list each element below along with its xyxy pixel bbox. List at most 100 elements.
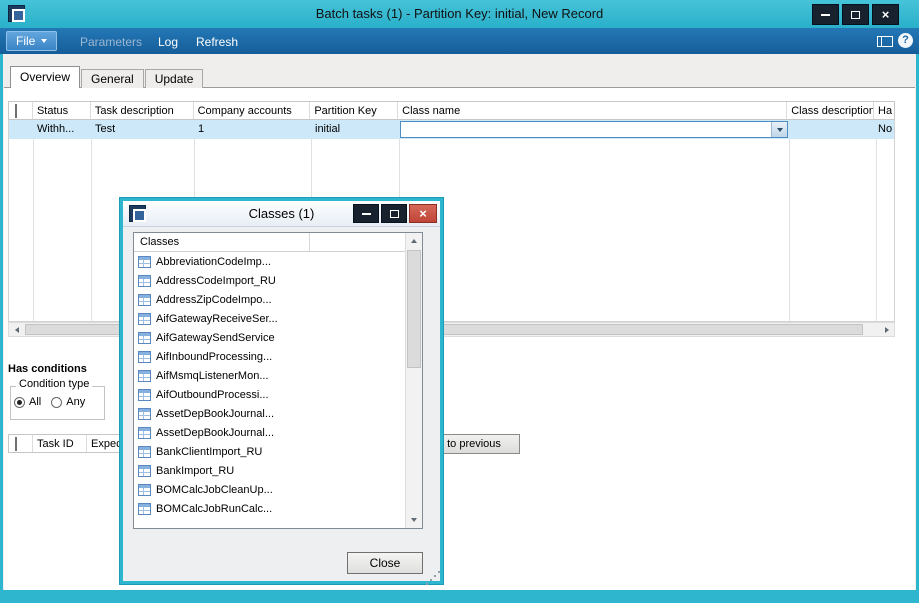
class-list-item[interactable]: AbbreviationCodeImp...: [134, 252, 405, 271]
scroll-right-button[interactable]: [879, 323, 894, 336]
select-all-checkbox[interactable]: [15, 104, 17, 118]
combobox-dropdown-button[interactable]: [771, 122, 787, 137]
column-divider: [876, 120, 877, 321]
scrollbar-thumb[interactable]: [407, 250, 421, 368]
column-header-company-accounts[interactable]: Company accounts: [194, 102, 311, 119]
column-header-task-description[interactable]: Task description: [91, 102, 194, 119]
class-list-item[interactable]: AddressCodeImport_RU: [134, 271, 405, 290]
condition-type-label: Condition type: [16, 378, 93, 390]
class-list-item[interactable]: AifOutboundProcessi...: [134, 385, 405, 404]
class-list-item[interactable]: BankImport_RU: [134, 461, 405, 480]
select-all-column-header[interactable]: [9, 102, 33, 119]
class-list-item[interactable]: AddressZipCodeImpo...: [134, 290, 405, 309]
table-icon: [138, 483, 151, 496]
cell-status[interactable]: Withh...: [33, 120, 91, 139]
radio-circle: [51, 396, 63, 408]
resize-grip[interactable]: [434, 575, 436, 577]
dialog-maximize-button[interactable]: [381, 204, 407, 223]
class-list-item[interactable]: BOMCalcJobCleanUp...: [134, 480, 405, 499]
classes-list-header[interactable]: Classes: [134, 233, 422, 252]
maximize-button[interactable]: [842, 4, 869, 25]
class-name-label: AddressCodeImport_RU: [156, 274, 276, 287]
menubar: File Parameters Log Refresh ?: [0, 28, 919, 54]
class-name-label: BankClientImport_RU: [156, 445, 263, 458]
class-name-combobox[interactable]: [400, 121, 788, 138]
column-header-status[interactable]: Status: [33, 102, 91, 119]
menu-item-log[interactable]: Log: [158, 35, 178, 49]
radio-all-label: All: [29, 396, 42, 408]
arrow-down-icon: [411, 518, 417, 522]
radio-circle: [14, 396, 25, 408]
table-icon: [138, 464, 151, 477]
radio-any-label: Any: [66, 396, 86, 408]
class-list: AbbreviationCodeImp... AddressCodeImport_…: [134, 252, 405, 528]
class-name-label: AifMsmqListenerMon...: [156, 369, 269, 382]
help-icon[interactable]: ?: [898, 33, 913, 48]
radio-all[interactable]: All: [14, 396, 41, 408]
dialog-close-action-button[interactable]: Close: [347, 552, 423, 574]
class-list-item[interactable]: AssetDepBookJournal...: [134, 423, 405, 442]
cell-task-description[interactable]: Test: [91, 120, 194, 139]
file-menu-label: File: [16, 34, 36, 48]
column-divider: [33, 120, 34, 321]
minimize-button[interactable]: [812, 4, 839, 25]
tab-update[interactable]: Update: [144, 69, 204, 88]
column-header-class-description[interactable]: Class description: [787, 102, 875, 119]
class-list-item[interactable]: BOMCalcJobRunCalc...: [134, 499, 405, 518]
file-menu-button[interactable]: File: [6, 31, 58, 51]
vertical-scrollbar[interactable]: [405, 233, 422, 528]
cell-class-description[interactable]: [789, 120, 876, 139]
close-button[interactable]: ×: [872, 4, 899, 25]
classes-list-header-label: Classes: [140, 236, 180, 248]
class-list-item[interactable]: AifGatewaySendService: [134, 328, 405, 347]
column-header-task-id[interactable]: Task ID: [33, 435, 87, 452]
class-name-label: AssetDepBookJournal...: [156, 407, 275, 420]
select-all-checkbox[interactable]: [15, 437, 17, 451]
column-divider: [91, 120, 92, 321]
chevron-down-icon: [41, 39, 48, 43]
column-header-partition-key[interactable]: Partition Key: [310, 102, 399, 119]
tab-overview[interactable]: Overview: [10, 66, 81, 88]
cell-has-conditions[interactable]: No: [876, 120, 894, 139]
table-row[interactable]: Withh... Test 1 initial No: [9, 120, 894, 139]
column-header-has-conditions[interactable]: Ha: [874, 102, 894, 119]
class-list-item[interactable]: AssetDepBookJournal...: [134, 404, 405, 423]
class-list-item[interactable]: AifGatewayReceiveSer...: [134, 309, 405, 328]
table-icon: [138, 407, 151, 420]
menu-item-refresh[interactable]: Refresh: [196, 35, 238, 49]
tab-strip: Overview General Update: [10, 66, 204, 88]
layout-icon[interactable]: [877, 36, 893, 47]
class-name-label: BankImport_RU: [156, 464, 235, 477]
table-icon: [138, 293, 151, 306]
scroll-left-button[interactable]: [9, 323, 24, 336]
dialog-titlebar[interactable]: Classes (1) ×: [123, 201, 440, 227]
menu-item-parameters[interactable]: Parameters: [80, 35, 142, 49]
class-list-item[interactable]: AifMsmqListenerMon...: [134, 366, 405, 385]
dialog-minimize-button[interactable]: [353, 204, 379, 223]
class-name-value: [401, 122, 761, 141]
class-list-item[interactable]: AifInboundProcessing...: [134, 347, 405, 366]
minimize-icon: [821, 13, 830, 16]
class-name-label: AddressZipCodeImpo...: [156, 293, 272, 306]
radio-any[interactable]: Any: [51, 396, 85, 408]
batch-tasks-window: Batch tasks (1) - Partition Key: initial…: [0, 0, 919, 603]
table-icon: [138, 502, 151, 515]
cell-partition-key[interactable]: initial: [311, 120, 399, 139]
tab-general[interactable]: General: [81, 69, 144, 88]
close-icon: ×: [419, 206, 427, 221]
arrow-up-icon: [411, 239, 417, 243]
dialog-close-button[interactable]: ×: [409, 204, 437, 223]
class-list-item[interactable]: BankClientImport_RU: [134, 442, 405, 461]
scroll-up-button[interactable]: [406, 233, 422, 249]
cell-company-accounts[interactable]: 1: [194, 120, 311, 139]
scroll-down-button[interactable]: [406, 512, 422, 528]
column-header-class-name[interactable]: Class name: [398, 102, 788, 119]
window-titlebar[interactable]: Batch tasks (1) - Partition Key: initial…: [0, 0, 919, 28]
select-all-column-header[interactable]: [9, 435, 33, 452]
table-icon: [138, 388, 151, 401]
table-icon: [138, 369, 151, 382]
table-icon: [138, 350, 151, 363]
class-name-label: BOMCalcJobCleanUp...: [156, 483, 273, 496]
arrow-right-icon: [884, 326, 889, 333]
class-name-label: AssetDepBookJournal...: [156, 426, 275, 439]
